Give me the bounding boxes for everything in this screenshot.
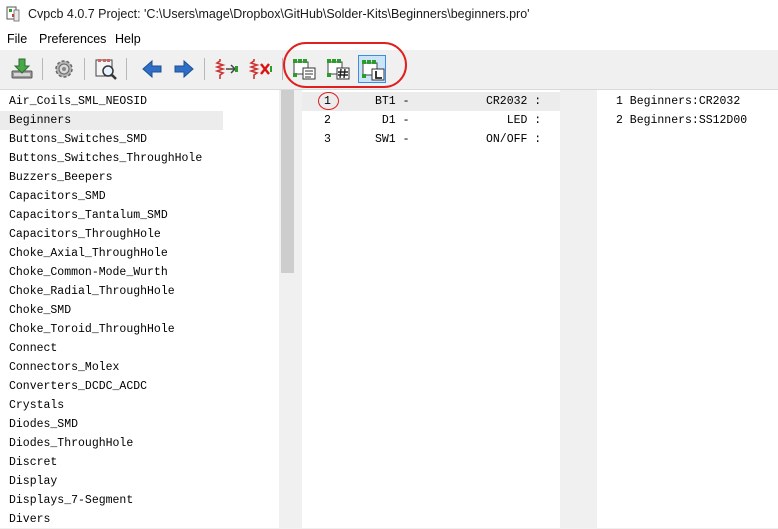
component-row[interactable]: 2 D1 - LED : — [302, 111, 560, 130]
footprint-list[interactable]: 1 Beginners:CR2032 2 Beginners:SS12D00 — [597, 90, 778, 528]
library-item[interactable]: Beginners — [0, 111, 223, 130]
library-item[interactable]: Capacitors_Tantalum_SMD — [9, 206, 168, 225]
library-item[interactable]: Diodes_SMD — [9, 415, 78, 434]
component-row[interactable]: 1 BT1 - CR2032 : — [302, 92, 560, 111]
footprint-viewer-icon — [95, 59, 117, 80]
component-reference: BT1 - — [375, 95, 410, 108]
footprint-row[interactable]: 2 Beginners:SS12D00 — [616, 111, 747, 130]
title-bar: Cvpcb 4.0.7 Project: 'C:\Users\mage\Drop… — [0, 0, 778, 30]
settings-button[interactable] — [50, 55, 78, 83]
component-value: LED : — [486, 114, 542, 127]
next-button[interactable] — [170, 55, 198, 83]
library-item[interactable]: Capacitors_ThroughHole — [9, 225, 161, 244]
main-toolbar — [0, 50, 778, 90]
arrow-right-icon — [174, 59, 194, 79]
library-item[interactable]: Divers — [9, 510, 50, 529]
library-item[interactable]: Air_Coils_SML_NEOSID — [9, 92, 147, 111]
save-icon — [11, 58, 33, 79]
component-index: 1 — [324, 95, 331, 108]
delete-associations-icon — [249, 59, 272, 79]
delete-associations-button[interactable] — [247, 55, 275, 83]
arrow-left-icon — [142, 59, 162, 79]
library-item[interactable]: Choke_Axial_ThroughHole — [9, 244, 168, 263]
library-item[interactable]: Displays_7-Segment — [9, 491, 133, 510]
filter-by-pin-count-button[interactable] — [324, 55, 352, 83]
filter-by-keyword-button[interactable] — [290, 55, 318, 83]
library-item[interactable]: Crystals — [9, 396, 64, 415]
menu-file[interactable]: File — [7, 32, 27, 46]
library-item[interactable]: Choke_Common-Mode_Wurth — [9, 263, 168, 282]
library-item[interactable]: Buzzers_Beepers — [9, 168, 113, 187]
component-value: CR2032 : — [486, 95, 542, 108]
cvpcb-app-icon — [6, 6, 20, 22]
component-row[interactable]: 3 SW1 - ON/OFF : — [302, 130, 560, 149]
library-item[interactable]: Choke_SMD — [9, 301, 71, 320]
library-item[interactable]: Buttons_Switches_ThroughHole — [9, 149, 202, 168]
library-item[interactable]: Choke_Toroid_ThroughHole — [9, 320, 175, 339]
library-item[interactable]: Display — [9, 472, 57, 491]
menu-preferences[interactable]: Preferences — [39, 32, 106, 46]
window-title: Cvpcb 4.0.7 Project: 'C:\Users\mage\Drop… — [28, 7, 530, 21]
library-item[interactable]: Capacitors_SMD — [9, 187, 106, 206]
component-list[interactable]: 1 BT1 - CR2032 : 2 D1 - LED : 3 SW1 - ON/OFF : — [302, 90, 560, 528]
view-footprint-button[interactable] — [92, 55, 120, 83]
filter-by-library-button[interactable] — [358, 55, 386, 83]
auto-associate-button[interactable] — [213, 55, 241, 83]
library-item[interactable]: Diodes_ThroughHole — [9, 434, 133, 453]
menu-help[interactable]: Help — [115, 32, 141, 46]
filter-by-library-icon — [362, 60, 385, 81]
panel-divider[interactable] — [296, 90, 300, 528]
component-reference: SW1 - — [375, 133, 410, 146]
library-item[interactable]: Connectors_Molex — [9, 358, 119, 377]
component-index: 2 — [324, 114, 331, 127]
component-index: 3 — [324, 133, 331, 146]
previous-button[interactable] — [138, 55, 166, 83]
menu-bar: File Preferences Help — [0, 30, 778, 50]
auto-associate-icon — [215, 59, 238, 79]
component-value: ON/OFF : — [486, 133, 542, 146]
library-item[interactable]: Connect — [9, 339, 57, 358]
save-button[interactable] — [8, 55, 36, 83]
library-item[interactable]: Discret — [9, 453, 57, 472]
filter-by-pin-count-icon — [327, 59, 350, 80]
library-list[interactable]: Air_Coils_SML_NEOSID Beginners Buttons_Swi… — [0, 90, 279, 528]
component-reference: D1 - — [375, 114, 410, 127]
library-scrollbar[interactable] — [279, 90, 296, 528]
library-item[interactable]: Choke_Radial_ThroughHole — [9, 282, 175, 301]
scroll-thumb[interactable] — [281, 90, 294, 273]
panel-divider[interactable] — [591, 90, 595, 528]
footprint-row[interactable]: 1 Beginners:CR2032 — [616, 92, 740, 111]
library-item[interactable]: Converters_DCDC_ACDC — [9, 377, 147, 396]
filter-by-keyword-icon — [293, 59, 316, 80]
settings-icon — [55, 60, 73, 78]
library-item[interactable]: Buttons_Switches_SMD — [9, 130, 147, 149]
